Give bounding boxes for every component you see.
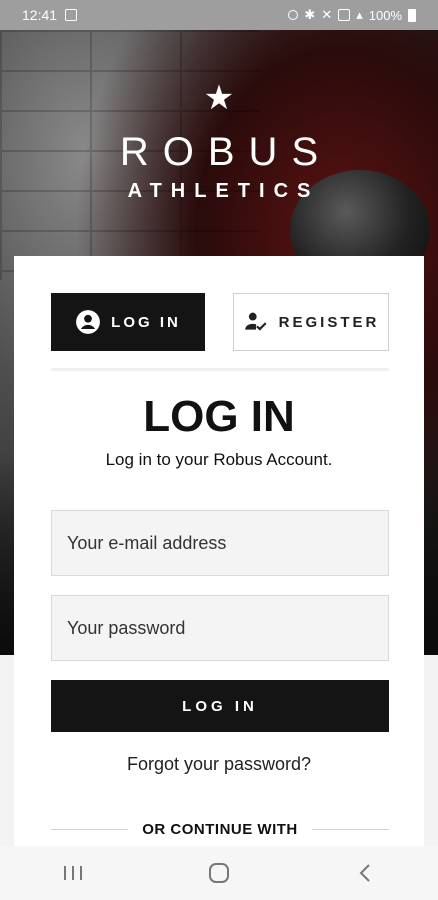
login-button[interactable]: LOG IN [51, 680, 389, 732]
battery-percent: 100% [368, 7, 402, 23]
email-field[interactable]: Your e-mail address [51, 510, 389, 576]
person-check-icon [244, 312, 267, 331]
continue-with-divider: OR CONTINUE WITH [51, 818, 389, 840]
home-icon [209, 863, 229, 883]
logo-brand: ROBUS [119, 130, 333, 174]
tab-register[interactable]: REGISTER [233, 293, 389, 351]
tab-divider [51, 368, 389, 371]
back-icon [359, 864, 370, 882]
password-field[interactable]: Your password [51, 595, 389, 661]
signal-icon: ▴ [356, 7, 363, 22]
tab-login[interactable]: LOG IN [51, 293, 205, 351]
logo-star-icon: ★ [203, 79, 235, 117]
tab-login-label: LOG IN [111, 313, 181, 331]
tab-register-label: REGISTER [278, 313, 380, 331]
login-button-label: LOG IN [182, 697, 258, 715]
logo-subbrand: ATHLETICS [127, 180, 320, 202]
home-button[interactable] [189, 853, 249, 893]
back-button[interactable] [335, 853, 395, 893]
bluetooth-icon: ✱ [304, 7, 316, 22]
forgot-password-link[interactable]: Forgot your password? [14, 754, 424, 775]
data-saver-icon [338, 9, 351, 21]
login-card: LOG IN REGISTER LOG IN Log in to your Ro… [14, 256, 424, 856]
page-title: LOG IN [143, 392, 295, 441]
navigation-bar [0, 846, 438, 900]
recent-apps-icon [64, 866, 82, 880]
status-bar: 12:41 ✱ ✕ ▴ 100% [0, 0, 438, 30]
password-placeholder: Your password [67, 617, 186, 638]
email-placeholder: Your e-mail address [67, 532, 227, 553]
alarm-icon [288, 10, 299, 20]
status-time: 12:41 [22, 7, 58, 23]
page-subtitle: Log in to your Robus Account. [105, 450, 333, 469]
mute-icon: ✕ [321, 7, 333, 22]
notification-icon [65, 9, 78, 21]
battery-icon [408, 8, 416, 22]
continue-with-label: OR CONTINUE WITH [142, 820, 298, 838]
account-circle-icon [76, 310, 101, 334]
recent-apps-button[interactable] [43, 853, 103, 893]
